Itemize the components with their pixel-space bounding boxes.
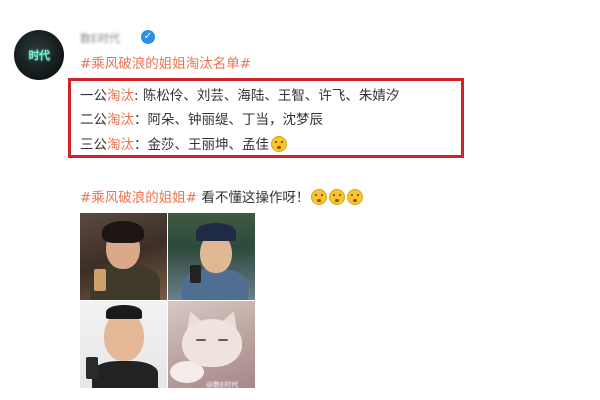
topic-link[interactable]: #乘风破浪的姐姐# [80,190,197,206]
separator: ： [134,137,148,153]
smirk-emoji-icon [311,189,328,205]
eliminated-names: 阿朵、钟丽缇、丁当，沈梦辰 [147,112,324,128]
photo-figure [102,221,144,243]
verified-badge-icon: ✓ [141,30,155,44]
photo-woman-reading-phone[interactable] [80,213,167,300]
eliminated-tag: 淘汰 [107,88,134,104]
round-label: 一公 [80,88,107,104]
phone-icon [190,265,201,283]
eliminated-names: 陈松伶、刘芸、海陆、王智、许飞、朱婧汐 [142,88,400,104]
post-comment: #乘风破浪的姐姐# 看不懂这操作呀！ [80,186,364,206]
avatar-text: 时代 [28,49,51,62]
photo-figure [106,305,142,319]
post-title: #乘风破浪的姐姐淘汰名单# [80,52,251,72]
photo-figure [182,319,242,367]
smirk-emoji-icon [347,189,364,205]
weibo-post: 时代 数E时代 ✓ #乘风破浪的姐姐淘汰名单# 一公淘汰: 陈松伶、刘芸、海陆、… [0,0,600,400]
elimination-row: 一公淘汰: 陈松伶、刘芸、海陆、王智、许飞、朱婧汐 [80,84,399,104]
eliminated-tag: 淘汰 [107,112,134,128]
shocked-emoji-icon [271,136,287,152]
phone-icon [94,269,106,291]
elimination-row: 二公淘汰：阿朵、钟丽缇、丁当，沈梦辰 [80,108,323,128]
photo-man-cap-phone[interactable] [168,213,255,300]
photo-figure [218,339,228,341]
eliminated-names: 金莎、王丽坤、孟佳 [147,137,270,153]
round-label: 二公 [80,112,107,128]
topic-link[interactable]: #乘风破浪的姐姐淘汰名单# [80,56,251,72]
author-name[interactable]: 数E时代 [80,30,120,46]
separator: : [134,88,143,104]
author-avatar[interactable]: 时代 [14,30,64,80]
photo-figure [196,223,236,241]
photo-figure [196,339,206,341]
round-label: 三公 [80,137,107,153]
phone-icon [86,357,98,379]
eliminated-tag: 淘汰 [107,137,134,153]
photo-figure [92,361,158,388]
comment-text: 看不懂这操作呀！ [197,190,310,206]
photo-man-squinting-phone[interactable] [80,301,167,388]
photo-sleepy-cat[interactable] [168,301,255,388]
image-watermark: @数E时代 [206,381,239,389]
separator: ： [134,112,148,128]
smirk-emoji-icon [329,189,346,205]
elimination-row: 三公淘汰：金莎、王丽坤、孟佳 [80,133,287,153]
